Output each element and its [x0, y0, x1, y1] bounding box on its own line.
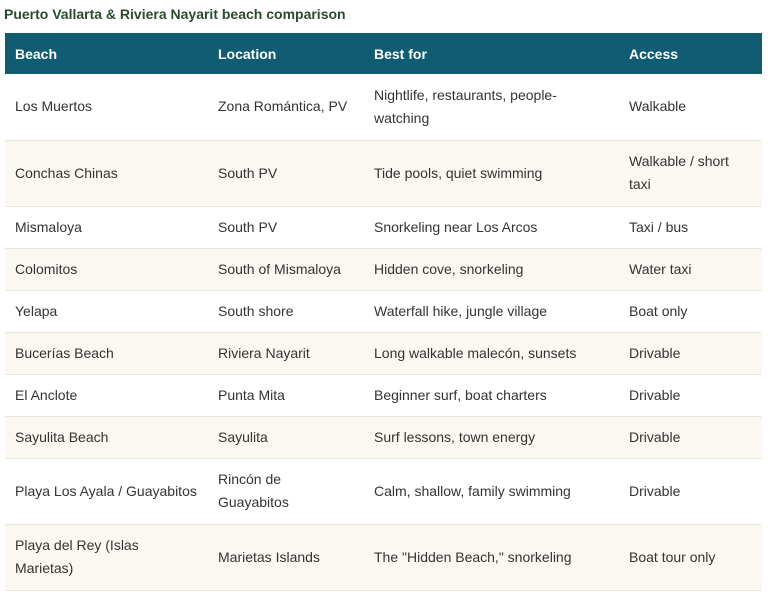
cell-location: Riviera Nayarit [208, 332, 364, 375]
column-header-best-for: Best for [364, 33, 619, 74]
column-header-beach: Beach [5, 33, 208, 74]
table-header-row: Beach Location Best for Access [5, 33, 762, 74]
cell-beach: El Anclote [5, 374, 208, 417]
cell-beach: Yelapa [5, 290, 208, 333]
table-row: Yelapa South shore Waterfall hike, jungl… [5, 290, 762, 333]
page: Puerto Vallarta & Riviera Nayarit beach … [0, 0, 776, 595]
cell-beach: Conchas Chinas [5, 140, 208, 207]
cell-access: Walkable [619, 74, 762, 141]
cell-location: Sayulita [208, 416, 364, 459]
beach-comparison-table: Beach Location Best for Access Los Muert… [5, 33, 762, 591]
table-caption: Puerto Vallarta & Riviera Nayarit beach … [4, 6, 346, 22]
table-row: Colomitos South of Mismaloya Hidden cove… [5, 248, 762, 291]
cell-beach: Los Muertos [5, 74, 208, 141]
cell-location: Punta Mita [208, 374, 364, 417]
table-row: Playa del Rey (Islas Marietas) Marietas … [5, 524, 762, 591]
cell-location: South PV [208, 206, 364, 249]
table-row: Sayulita Beach Sayulita Surf lessons, to… [5, 416, 762, 459]
cell-best-for: Calm, shallow, family swimming [364, 458, 619, 525]
column-header-access: Access [619, 33, 762, 74]
cell-best-for: Surf lessons, town energy [364, 416, 619, 459]
cell-access: Boat only [619, 290, 762, 333]
cell-access: Drivable [619, 332, 762, 375]
cell-location: South of Mismaloya [208, 248, 364, 291]
table-row: Los Muertos Zona Romántica, PV Nightlife… [5, 74, 762, 141]
cell-best-for: Nightlife, restaurants, people-watching [364, 74, 619, 141]
cell-best-for: The "Hidden Beach," snorkeling [364, 524, 619, 591]
cell-beach: Bucerías Beach [5, 332, 208, 375]
cell-location: Rincón de Guayabitos [208, 458, 364, 525]
cell-best-for: Hidden cove, snorkeling [364, 248, 619, 291]
cell-access: Taxi / bus [619, 206, 762, 249]
table-row: Conchas Chinas South PV Tide pools, quie… [5, 140, 762, 207]
cell-location: South PV [208, 140, 364, 207]
cell-beach: Playa Los Ayala / Guayabitos [5, 458, 208, 525]
column-header-location: Location [208, 33, 364, 74]
table-row: Mismaloya South PV Snorkeling near Los A… [5, 206, 762, 249]
cell-beach: Sayulita Beach [5, 416, 208, 459]
table-row: Playa Los Ayala / Guayabitos Rincón de G… [5, 458, 762, 525]
cell-best-for: Beginner surf, boat charters [364, 374, 619, 417]
cell-location: Marietas Islands [208, 524, 364, 591]
cell-best-for: Long walkable malecón, sunsets [364, 332, 619, 375]
cell-access: Boat tour only [619, 524, 762, 591]
cell-beach: Mismaloya [5, 206, 208, 249]
cell-access: Walkable / short taxi [619, 140, 762, 207]
cell-access: Drivable [619, 458, 762, 525]
cell-best-for: Waterfall hike, jungle village [364, 290, 619, 333]
cell-access: Water taxi [619, 248, 762, 291]
cell-beach: Colomitos [5, 248, 208, 291]
cell-access: Drivable [619, 416, 762, 459]
cell-location: Zona Romántica, PV [208, 74, 364, 141]
cell-location: South shore [208, 290, 364, 333]
cell-beach: Playa del Rey (Islas Marietas) [5, 524, 208, 591]
table-row: El Anclote Punta Mita Beginner surf, boa… [5, 374, 762, 417]
cell-best-for: Tide pools, quiet swimming [364, 140, 619, 207]
table-row: Bucerías Beach Riviera Nayarit Long walk… [5, 332, 762, 375]
cell-best-for: Snorkeling near Los Arcos [364, 206, 619, 249]
cell-access: Drivable [619, 374, 762, 417]
